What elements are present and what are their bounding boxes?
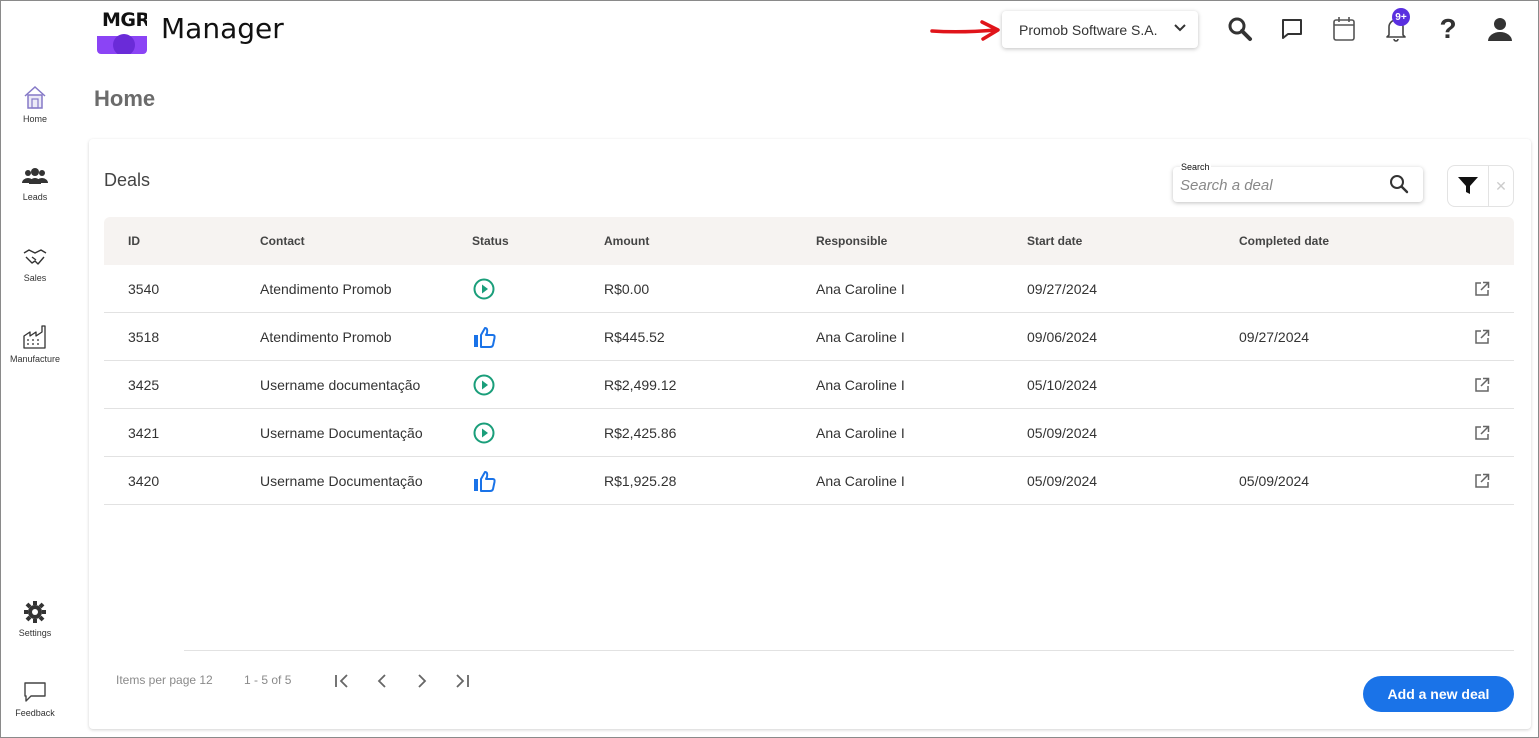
cell-start: 05/10/2024 [1027, 377, 1098, 393]
search-field[interactable]: Search [1173, 162, 1423, 202]
sidebar-item-manufacture[interactable]: Manufacture [0, 324, 70, 364]
sidebar-item-leads[interactable]: Leads [0, 166, 70, 202]
table-header: ID Contact Status Amount Responsible Sta… [104, 217, 1514, 265]
deals-card: Deals Search ✕ ID Contact Status Amount … [89, 139, 1531, 729]
sidebar-item-label: Sales [23, 273, 47, 283]
search-icon[interactable] [1226, 15, 1254, 43]
table-row[interactable]: 3421 Username Documentação R$2,425.86 Ana C… [104, 409, 1514, 457]
cell-contact: Username documentação [260, 377, 421, 393]
table-row[interactable]: 3540 Atendimento Promob R$0.00 Ana Caroline… [104, 265, 1514, 313]
open-external-icon[interactable] [1474, 329, 1490, 350]
cell-id: 3518 [128, 329, 160, 345]
play-circle-icon [472, 421, 496, 450]
cell-responsible: Ana Caroline I [816, 425, 905, 441]
sidebar-item-label: Feedback [15, 708, 55, 718]
table-row[interactable]: 3420 Username Documentação R$1,925.28 Ana C… [104, 457, 1514, 505]
app-logo[interactable]: MGR [97, 6, 147, 54]
help-icon[interactable]: ? [1434, 13, 1462, 44]
column-header[interactable]: Contact [260, 234, 305, 248]
sidebar-item-label: Manufacture [9, 354, 61, 364]
deals-title: Deals [104, 170, 151, 190]
open-external-icon[interactable] [1474, 425, 1490, 446]
cell-completed: 05/09/2024 [1239, 473, 1310, 489]
people-icon [0, 166, 70, 188]
red-arrow-annotation [930, 20, 1000, 41]
column-header[interactable]: Responsible [816, 234, 887, 248]
page-title: Home [94, 86, 156, 111]
cell-amount: R$2,499.12 [604, 377, 677, 393]
cell-id: 3421 [128, 425, 160, 441]
thumbs-up-icon [472, 325, 498, 354]
sidebar-item-settings[interactable]: Settings [0, 600, 70, 638]
cell-amount: R$2,425.86 [604, 425, 677, 441]
search-input[interactable] [1180, 175, 1380, 195]
cell-id: 3540 [128, 281, 160, 297]
open-external-icon[interactable] [1474, 473, 1490, 494]
cell-start: 09/06/2024 [1027, 329, 1098, 345]
open-external-icon[interactable] [1474, 377, 1490, 398]
pager-divider [184, 650, 1514, 651]
cell-responsible: Ana Caroline I [816, 377, 905, 393]
cell-amount: R$445.52 [604, 329, 665, 345]
cell-responsible: Ana Caroline I [816, 281, 905, 297]
chevron-down-icon [1174, 24, 1186, 32]
open-external-icon[interactable] [1474, 281, 1490, 302]
sidebar-item-label: Home [22, 114, 47, 124]
prev-page-icon[interactable] [371, 670, 393, 692]
cell-id: 3425 [128, 377, 160, 393]
gear-icon [0, 600, 70, 624]
sidebar-item-feedback[interactable]: Feedback [0, 680, 70, 718]
column-header[interactable]: Status [472, 234, 509, 248]
feedback-icon [0, 680, 70, 704]
search-label: Search [1180, 162, 1211, 172]
sidebar-item-sales[interactable]: Sales [0, 245, 70, 283]
last-page-icon[interactable] [451, 670, 473, 692]
cell-start: 09/27/2024 [1027, 281, 1098, 297]
handshake-icon [0, 245, 70, 269]
cell-contact: Username Documentação [260, 425, 423, 441]
cell-start: 05/09/2024 [1027, 425, 1098, 441]
company-selector[interactable]: Promob Software S.A. [1002, 11, 1198, 48]
cell-contact: Atendimento Promob [260, 281, 392, 297]
calendar-icon[interactable] [1330, 15, 1358, 43]
notification-badge: 9+ [1392, 8, 1410, 26]
company-name: Promob Software S.A. [1019, 21, 1158, 38]
factory-icon [0, 324, 70, 350]
cell-start: 05/09/2024 [1027, 473, 1098, 489]
cell-contact: Atendimento Promob [260, 329, 392, 345]
sidebar-item-label: Settings [18, 628, 52, 638]
sidebar-item-label: Leads [22, 192, 48, 202]
next-page-icon[interactable] [411, 670, 433, 692]
table-row[interactable]: 3425 Username documentação R$2,499.12 Ana C… [104, 361, 1514, 409]
cell-amount: R$1,925.28 [604, 473, 677, 489]
clear-filter-icon[interactable]: ✕ [1489, 166, 1513, 206]
items-per-page[interactable]: Items per page 12 [116, 673, 213, 687]
play-circle-icon [472, 277, 496, 306]
cell-responsible: Ana Caroline I [816, 329, 905, 345]
sidebar-item-home[interactable]: Home [0, 84, 70, 124]
home-icon [0, 84, 70, 110]
thumbs-up-icon [472, 469, 498, 498]
cell-completed: 09/27/2024 [1239, 329, 1310, 345]
column-header[interactable]: ID [128, 234, 140, 248]
app-title: Manager [161, 12, 284, 45]
chat-icon[interactable] [1278, 15, 1306, 43]
play-circle-icon [472, 373, 496, 402]
page-range: 1 - 5 of 5 [244, 673, 292, 687]
filter-group: ✕ [1447, 165, 1514, 207]
user-icon[interactable] [1486, 15, 1514, 43]
column-header[interactable]: Completed date [1239, 234, 1329, 248]
cell-responsible: Ana Caroline I [816, 473, 905, 489]
search-icon[interactable] [1389, 174, 1409, 194]
filter-icon[interactable] [1448, 166, 1489, 206]
table-row[interactable]: 3518 Atendimento Promob R$445.52 Ana Caroli… [104, 313, 1514, 361]
column-header[interactable]: Amount [604, 234, 649, 248]
cell-contact: Username Documentação [260, 473, 423, 489]
logo-text: MGR [102, 9, 147, 31]
add-deal-button[interactable]: Add a new deal [1363, 676, 1514, 712]
column-header[interactable]: Start date [1027, 234, 1082, 248]
cell-amount: R$0.00 [604, 281, 650, 297]
first-page-icon[interactable] [331, 670, 353, 692]
cell-id: 3420 [128, 473, 160, 489]
